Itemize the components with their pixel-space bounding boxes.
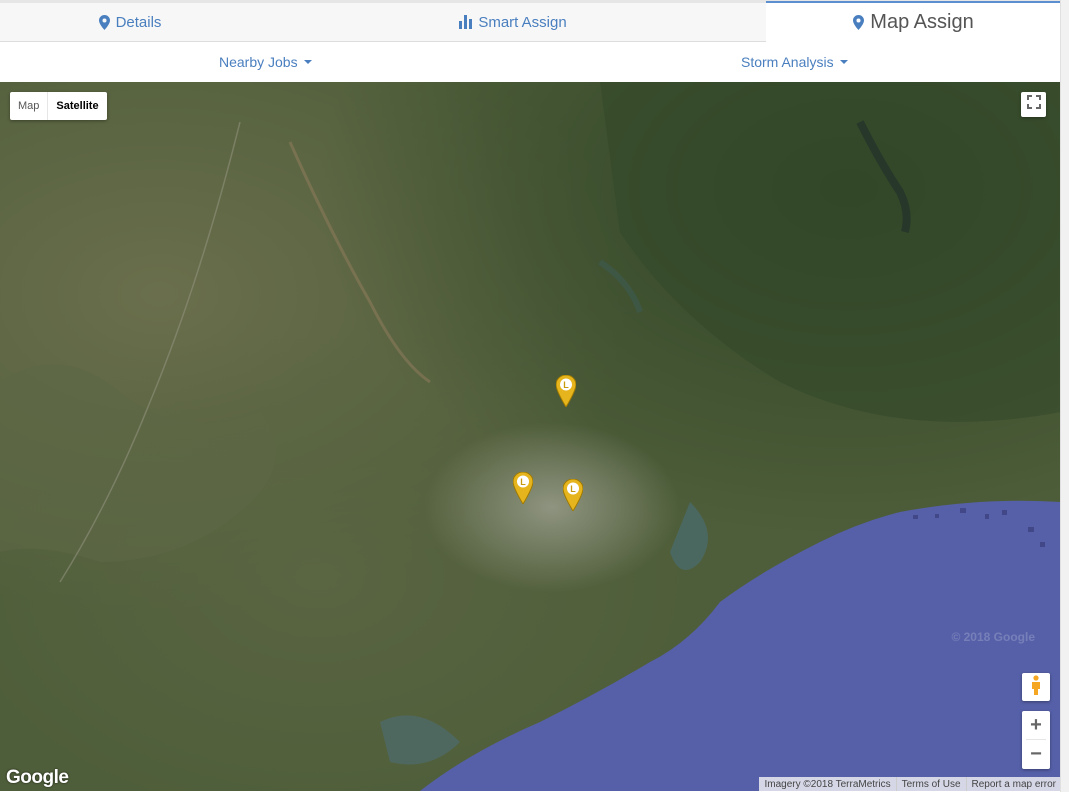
map-type-control: Map Satellite <box>10 92 107 120</box>
map-watermark: © 2018 Google <box>951 630 1035 644</box>
fullscreen-icon <box>1026 95 1041 114</box>
marker-label: L <box>563 380 569 390</box>
map-type-map-button[interactable]: Map <box>10 92 47 120</box>
nearby-jobs-label: Nearby Jobs <box>219 54 298 70</box>
street-view-pegman-button[interactable] <box>1022 673 1050 701</box>
job-marker[interactable]: L <box>512 471 534 505</box>
map-type-satellite-button[interactable]: Satellite <box>47 92 106 120</box>
google-logo: Google <box>6 767 69 788</box>
storm-analysis-label: Storm Analysis <box>741 54 834 70</box>
tab-map-assign[interactable]: Map Assign <box>766 1 1061 42</box>
report-map-error-link[interactable]: Report a map error <box>965 777 1061 791</box>
storm-analysis-dropdown[interactable]: Storm Analysis <box>741 42 848 82</box>
bar-chart-icon <box>459 15 473 29</box>
job-marker[interactable]: L <box>562 478 584 512</box>
map-attribution: Imagery ©2018 TerraMetrics Terms of Use … <box>759 777 1061 791</box>
imagery-credit: Imagery ©2018 TerraMetrics <box>764 778 891 790</box>
tab-bar: Details Smart Assign Map Assign <box>0 0 1061 42</box>
marker-label: L <box>570 484 576 494</box>
tab-details-label: Details <box>115 13 162 31</box>
caret-down-icon <box>839 60 848 64</box>
zoom-in-button[interactable]: + <box>1022 711 1050 739</box>
zoom-control: + − <box>1022 711 1050 769</box>
marker-pin-icon: L <box>555 374 577 408</box>
fullscreen-button[interactable] <box>1021 92 1046 117</box>
caret-down-icon <box>303 60 312 64</box>
terms-of-use-link[interactable]: Terms of Use <box>895 777 966 791</box>
page-scrollbar[interactable] <box>1060 0 1069 792</box>
marker-pin-icon: L <box>562 478 584 512</box>
zoom-out-button[interactable]: − <box>1022 740 1050 768</box>
tab-map-assign-label: Map Assign <box>870 11 974 33</box>
marker-label: L <box>520 477 526 487</box>
tab-smart-assign-label: Smart Assign <box>478 13 567 31</box>
pegman-icon <box>1030 674 1042 700</box>
map-marker-icon <box>98 14 110 30</box>
tab-smart-assign[interactable]: Smart Assign <box>260 3 766 42</box>
job-marker[interactable]: L <box>555 374 577 408</box>
tab-details[interactable]: Details <box>0 3 260 42</box>
subnav: Nearby Jobs Storm Analysis <box>0 42 1061 82</box>
marker-pin-icon: L <box>512 471 534 505</box>
satellite-imagery <box>0 82 1061 791</box>
nearby-jobs-dropdown[interactable]: Nearby Jobs <box>219 42 312 82</box>
satellite-map[interactable]: Map Satellite L L L © 2018 Google + − Go… <box>0 82 1061 791</box>
map-marker-icon <box>853 15 865 30</box>
